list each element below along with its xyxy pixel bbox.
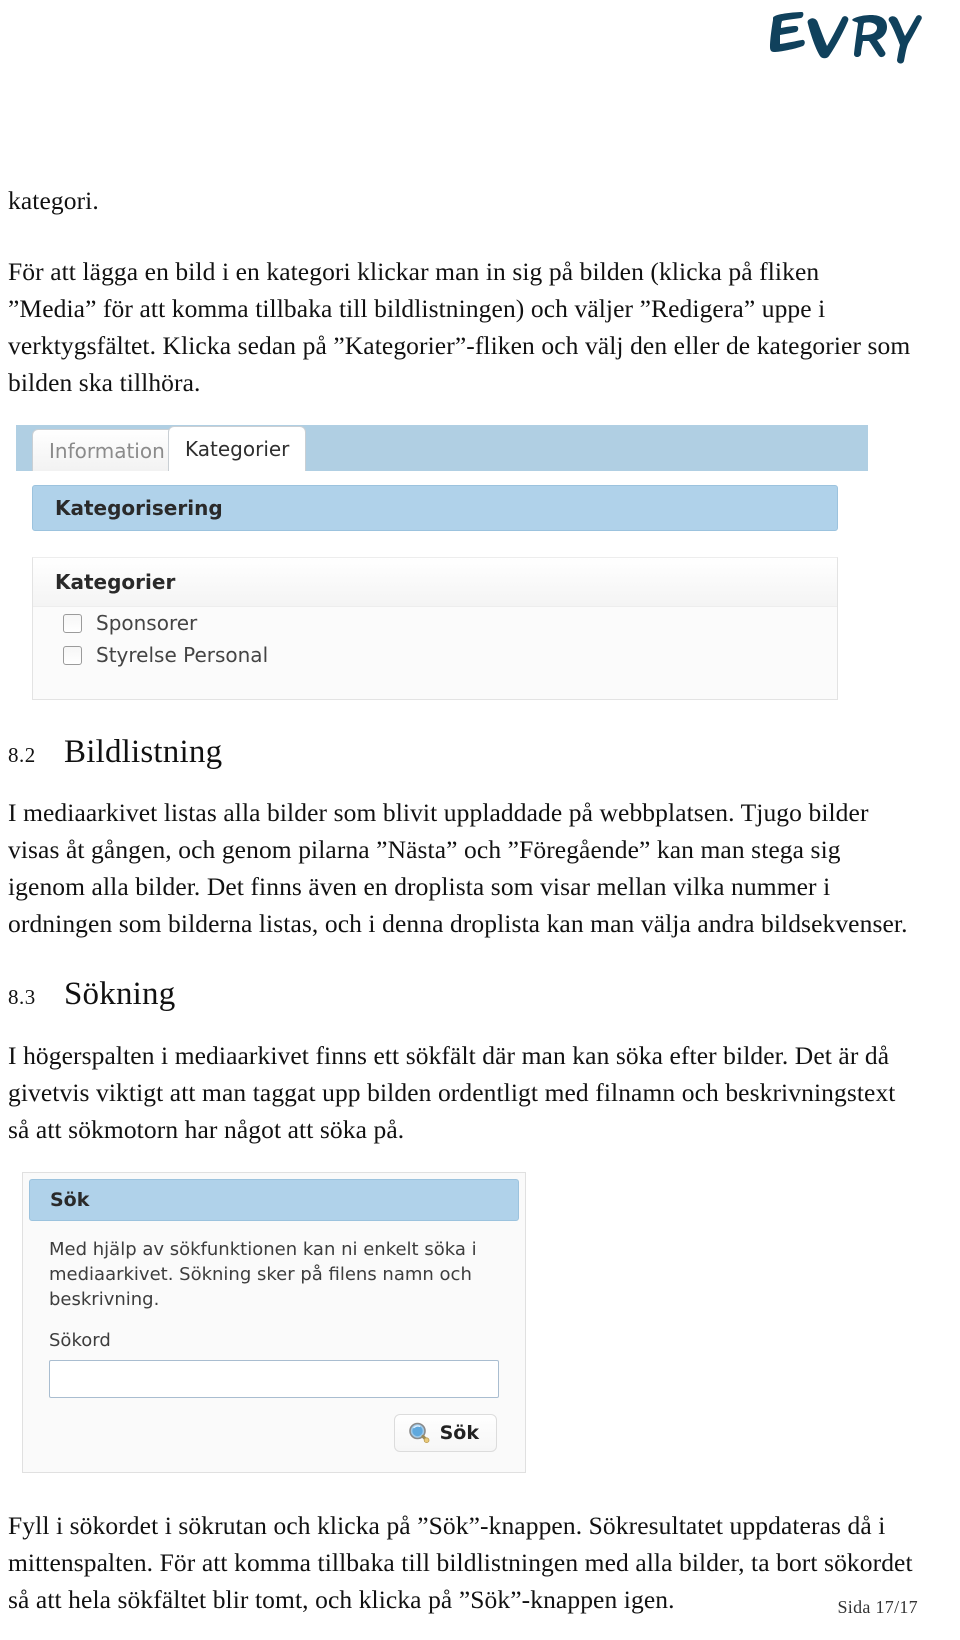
document-page: kategori. För att lägga en bild i en kat… [0, 0, 960, 1640]
kategorier-panel: Kategorier Sponsorer Styrelse Personal [32, 557, 838, 700]
heading-8-2-title: Bildlistning [64, 734, 223, 770]
checkbox-row-sponsorer[interactable]: Sponsorer [33, 607, 837, 639]
heading-8-3-number: 8.3 [8, 985, 36, 1010]
search-button-label: Sök [439, 1421, 479, 1444]
checkbox-sponsorer-label: Sponsorer [96, 611, 198, 635]
kategorisering-header: Kategorisering [32, 485, 838, 531]
search-panel-body: Med hjälp av sökfunktionen kan ni enkelt… [23, 1221, 525, 1472]
evry-logo [742, 6, 922, 64]
heading-8-2-number: 8.2 [8, 743, 36, 767]
kategorier-panel-title: Kategorier [33, 558, 837, 607]
search-button-row: Sök [49, 1413, 499, 1452]
continued-word: kategori. [8, 186, 99, 215]
document-content: kategori. För att lägga en bild i en kat… [8, 182, 914, 1618]
heading-8-2: 8.2 Bildlistning [8, 734, 914, 770]
search-screenshot: Sök Med hjälp av sökfunktionen kan ni en… [22, 1171, 526, 1473]
kategorier-panel-title-label: Kategorier [55, 570, 176, 594]
search-field-label: Sökord [49, 1329, 111, 1351]
heading-8-3: 8.3 Sökning [8, 976, 914, 1012]
tab-kategorier-label: Kategorier [185, 437, 290, 461]
tab-information-label: Information [49, 438, 165, 463]
section-8-3-paragraph: I högerspalten i mediaarkivet finns ett … [8, 1040, 896, 1144]
tab-kategorier[interactable]: Kategorier [168, 426, 307, 471]
heading-8-3-title: Sökning [64, 976, 176, 1013]
checkbox-styrelse-personal[interactable] [63, 645, 82, 665]
tab-information[interactable]: Information [32, 429, 182, 471]
checkbox-row-styrelse-personal[interactable]: Styrelse Personal [33, 639, 837, 671]
categories-screenshot: Information Kategorier Kategorisering Ka… [16, 425, 868, 700]
tab-strip: Information Kategorier [16, 425, 868, 471]
magnifier-icon [407, 1421, 431, 1445]
page-footer: Sida 17/17 [0, 1597, 918, 1618]
search-panel-header-label: Sök [50, 1188, 90, 1211]
intro-paragraph: För att lägga en bild i en kategori klic… [8, 257, 911, 397]
search-description: Med hjälp av sökfunktionen kan ni enkelt… [49, 1238, 477, 1310]
search-panel-header: Sök [29, 1178, 519, 1221]
section-8-2-paragraph: I mediaarkivet listas alla bilder som bl… [8, 798, 908, 939]
page-number: Sida 17/17 [837, 1597, 918, 1617]
search-input[interactable] [49, 1359, 499, 1398]
kategorisering-header-label: Kategorisering [55, 496, 223, 520]
checkbox-sponsorer[interactable] [63, 613, 82, 633]
search-button[interactable]: Sök [393, 1413, 497, 1452]
checkbox-styrelse-personal-label: Styrelse Personal [96, 643, 269, 667]
